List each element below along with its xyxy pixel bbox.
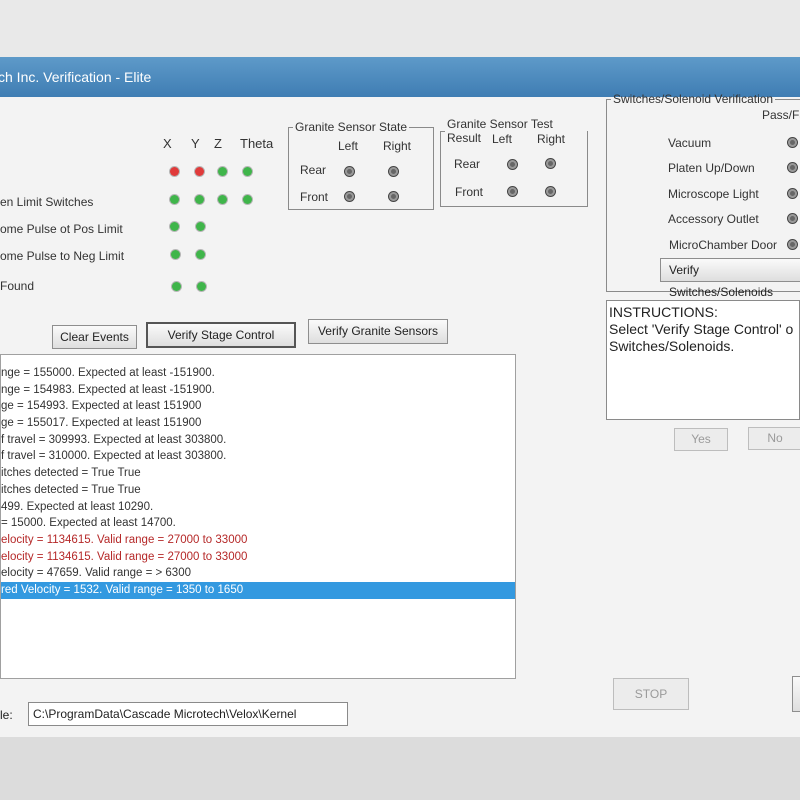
led-row2-z xyxy=(218,195,227,204)
granite-result-row-rear: Rear xyxy=(454,157,481,171)
led-row2-y xyxy=(195,195,204,204)
log-line[interactable]: nge = 154983. Expected at least -151900. xyxy=(1,382,515,399)
led-row4-y xyxy=(196,250,205,259)
log-line[interactable]: itches detected = True True xyxy=(1,465,515,482)
granite-result-title: Granite Sensor Test Result xyxy=(447,117,553,145)
switches-pass-header: Pass/Fa xyxy=(762,108,800,122)
led-row3-x xyxy=(170,222,179,231)
background-bottom xyxy=(0,737,800,800)
led-row2-x xyxy=(170,195,179,204)
led-row1-z xyxy=(218,167,227,176)
log-line[interactable]: f travel = 309993. Expected at least 303… xyxy=(1,432,515,449)
granite-state-col-right: Right xyxy=(383,139,412,153)
log-line[interactable]: = 15000. Expected at least 14700. xyxy=(1,515,515,532)
background-top xyxy=(0,0,800,57)
instructions-panel: INSTRUCTIONS: Select 'Verify Stage Contr… xyxy=(606,300,800,420)
led-row4-x xyxy=(171,250,180,259)
stop-button[interactable]: STOP xyxy=(613,678,689,710)
instructions-line2: Switches/Solenoids. xyxy=(609,338,735,354)
led-row5-x xyxy=(172,282,181,291)
axis-header-theta: Theta xyxy=(240,136,274,151)
log-line[interactable]: elocity = 1134615. Valid range = 27000 t… xyxy=(1,532,515,549)
led-row1-theta xyxy=(243,167,252,176)
log-line[interactable]: ge = 155017. Expected at least 151900 xyxy=(1,415,515,432)
granite-result-col-right: Right xyxy=(537,132,566,146)
row-label-found: Found xyxy=(0,279,35,293)
log-top-padding xyxy=(1,355,515,365)
log-line[interactable]: itches detected = True True xyxy=(1,482,515,499)
event-log[interactable]: nge = 155000. Expected at least -151900.… xyxy=(0,354,516,679)
verify-switches-button[interactable]: Verify Switches/Solenoids xyxy=(660,258,800,299)
verify-stage-control-button[interactable]: Verify Stage Control xyxy=(146,322,296,348)
row-label-limit-switches: en Limit Switches xyxy=(0,195,94,209)
axis-header-z: Z xyxy=(214,136,222,151)
log-line[interactable]: elocity = 1134615. Valid range = 27000 t… xyxy=(1,549,515,566)
axis-header-x: X xyxy=(163,136,172,151)
log-line[interactable]: elocity = 47659. Valid range = > 6300 xyxy=(1,565,515,582)
led-granite-result-front-left xyxy=(508,187,517,196)
led-row5-y xyxy=(197,282,206,291)
axis-header-y: Y xyxy=(191,136,200,151)
led-granite-result-rear-left xyxy=(508,160,517,169)
led-switch-platen xyxy=(788,163,797,172)
granite-result-row-front: Front xyxy=(455,185,484,199)
window-title: ch Inc. Verification - Elite xyxy=(0,69,152,85)
led-granite-state-front-left xyxy=(345,192,354,201)
log-line[interactable]: nge = 155000. Expected at least -151900. xyxy=(1,365,515,382)
led-granite-state-front-right xyxy=(389,192,398,201)
log-line[interactable]: ge = 154993. Expected at least 151900 xyxy=(1,398,515,415)
window-titlebar: ch Inc. Verification - Elite xyxy=(0,57,800,97)
partial-right-button[interactable] xyxy=(792,676,800,712)
granite-state-row-front: Front xyxy=(300,190,329,204)
switch-item-microscope-light: Microscope Light xyxy=(668,187,759,201)
led-switch-microscope-light xyxy=(788,189,797,198)
led-row3-y xyxy=(196,222,205,231)
led-row1-x xyxy=(170,167,179,176)
switches-title: Switches/Solenoid Verification xyxy=(613,92,774,106)
clear-events-button[interactable]: Clear Events xyxy=(52,325,137,349)
switch-item-microchamber-door: MicroChamber Door xyxy=(669,238,778,252)
led-row1-y xyxy=(195,167,204,176)
led-row2-theta xyxy=(243,195,252,204)
file-path-field[interactable]: C:\ProgramData\Cascade Microtech\Velox\K… xyxy=(28,702,348,726)
instructions-heading: INSTRUCTIONS: xyxy=(609,304,718,320)
log-line[interactable]: 499. Expected at least 10290. xyxy=(1,499,515,516)
row-label-home-pos: ome Pulse ot Pos Limit xyxy=(0,222,123,236)
led-granite-result-front-right xyxy=(546,187,555,196)
led-switch-accessory-outlet xyxy=(788,214,797,223)
switch-item-vacuum: Vacuum xyxy=(668,136,712,150)
led-switch-vacuum xyxy=(788,138,797,147)
led-granite-state-rear-right xyxy=(389,167,398,176)
row-label-home-neg: ome Pulse to Neg Limit xyxy=(0,249,125,263)
yes-button[interactable]: Yes xyxy=(674,428,728,451)
granite-state-row-rear: Rear xyxy=(300,163,327,177)
led-switch-microchamber-door xyxy=(788,240,797,249)
verify-granite-sensors-button[interactable]: Verify Granite Sensors xyxy=(308,319,448,344)
log-line[interactable]: red Velocity = 1532. Valid range = 1350 … xyxy=(1,581,515,599)
led-granite-state-rear-left xyxy=(345,167,354,176)
led-granite-result-rear-right xyxy=(546,159,555,168)
file-label: le: xyxy=(0,708,13,722)
granite-state-title: Granite Sensor State xyxy=(295,120,408,134)
granite-state-col-left: Left xyxy=(338,139,359,153)
log-line[interactable]: f travel = 310000. Expected at least 303… xyxy=(1,448,515,465)
instructions-line1: Select 'Verify Stage Control' o xyxy=(609,321,794,337)
granite-result-col-left: Left xyxy=(492,132,513,146)
switch-item-platen: Platen Up/Down xyxy=(668,161,755,175)
no-button[interactable]: No xyxy=(748,427,800,450)
switch-item-accessory-outlet: Accessory Outlet xyxy=(668,212,759,226)
